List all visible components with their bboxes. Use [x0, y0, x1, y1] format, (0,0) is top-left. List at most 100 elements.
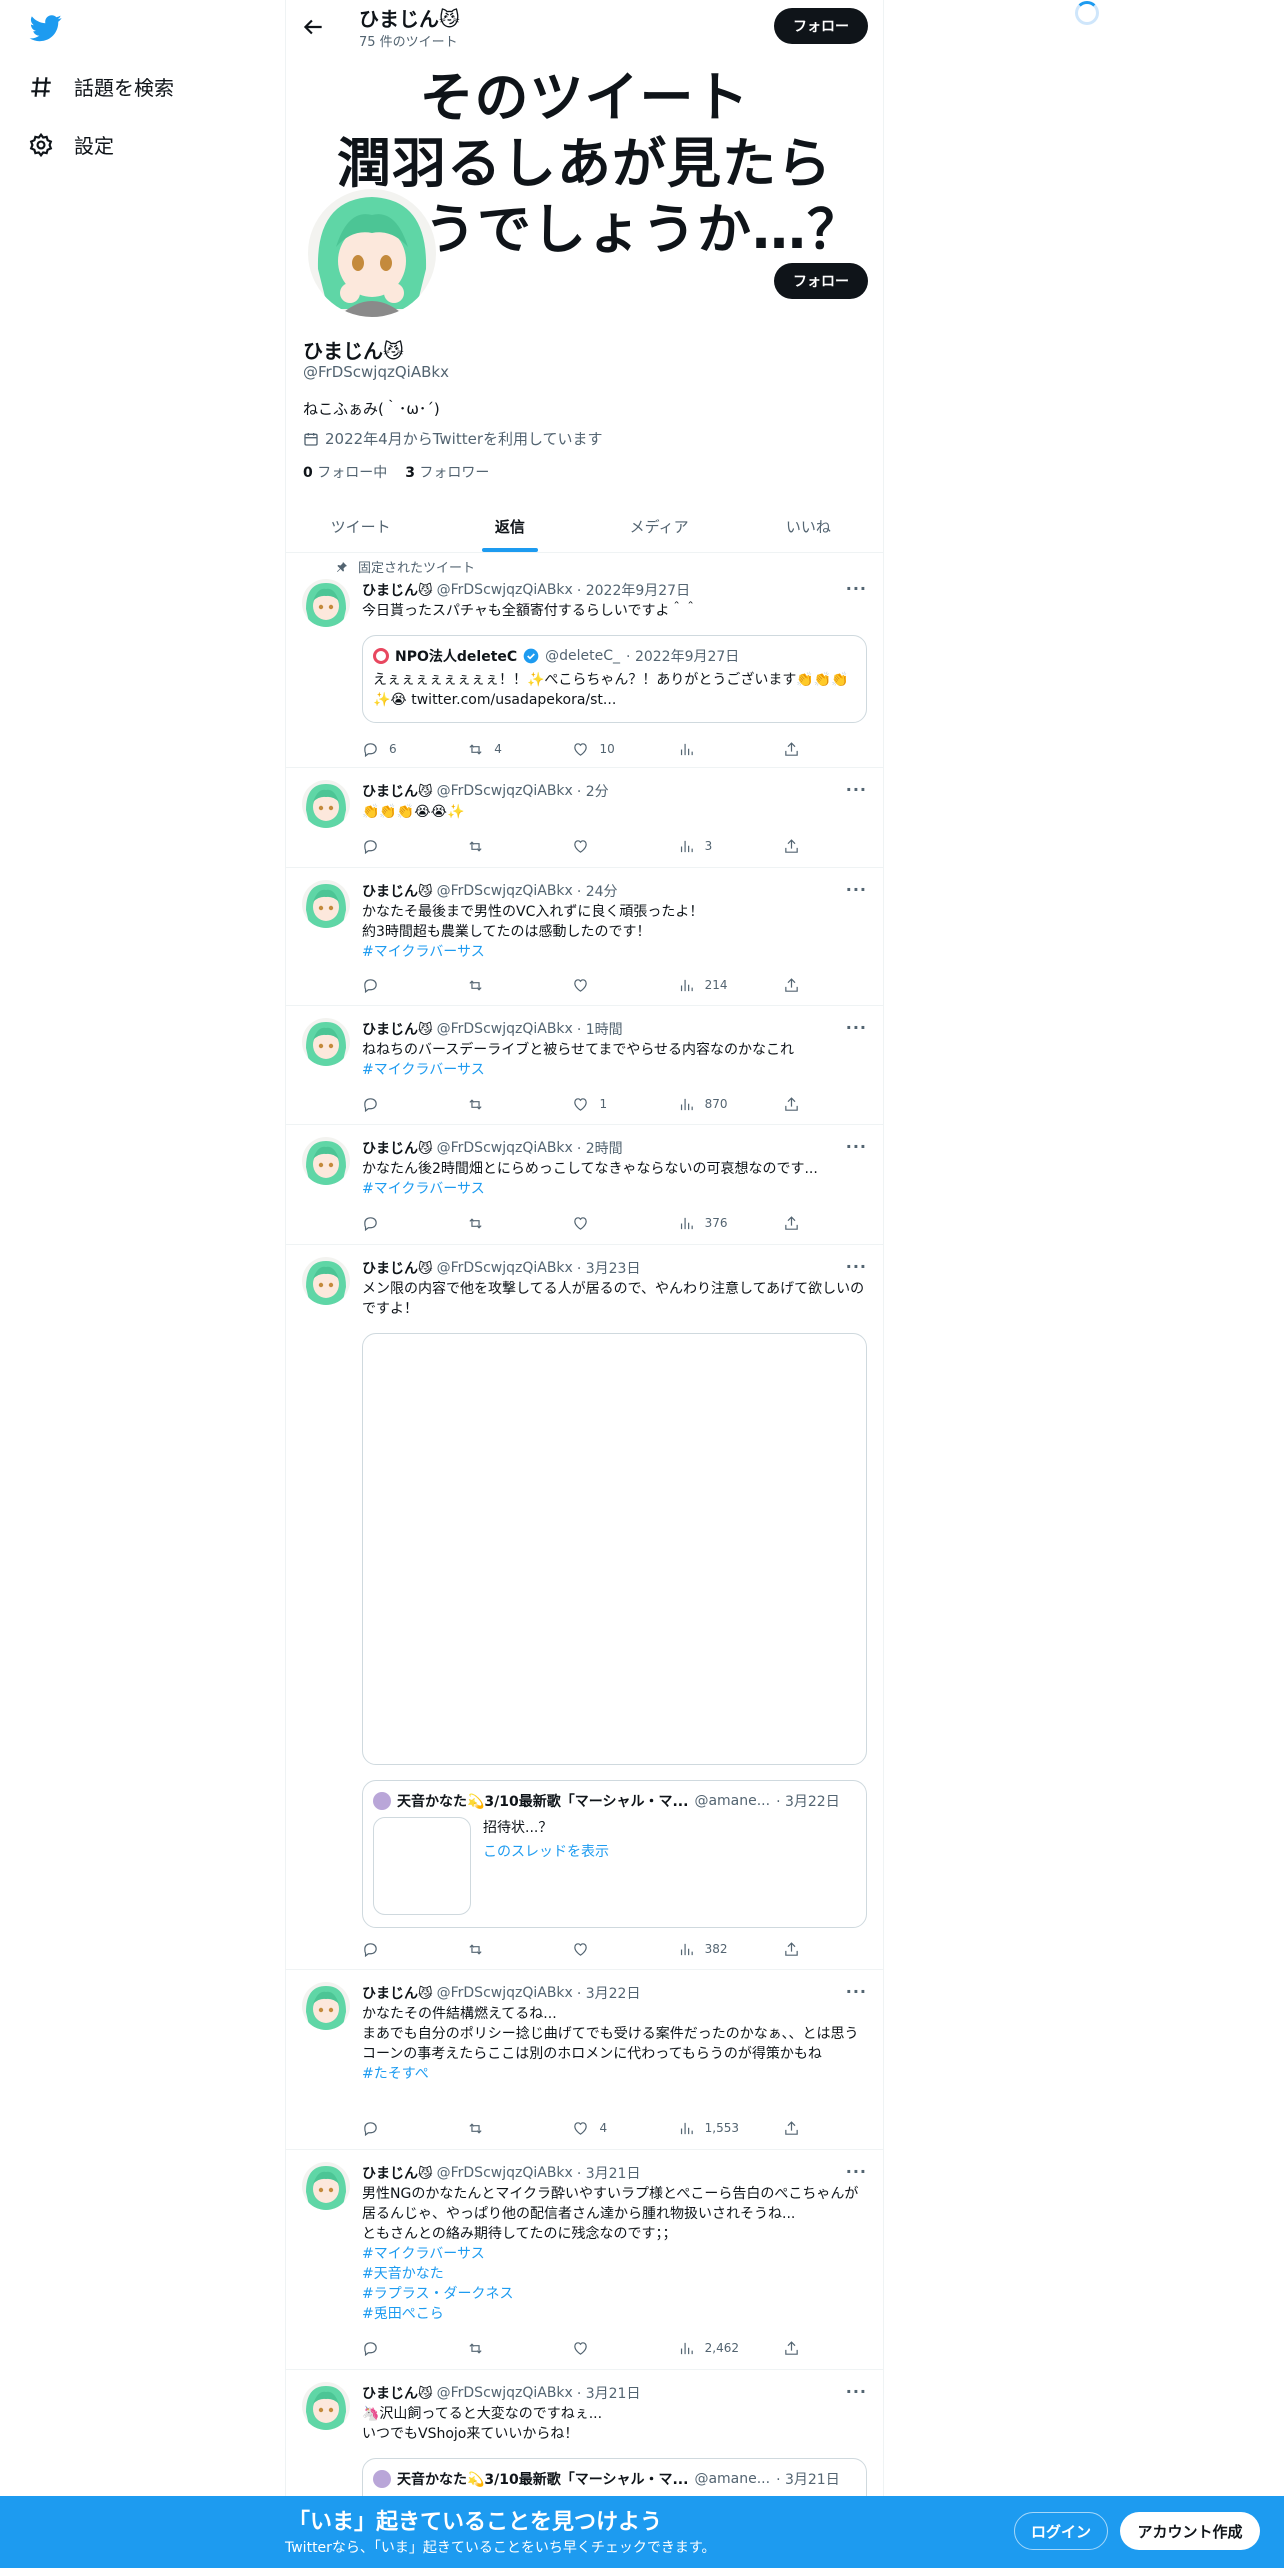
hashtag-link[interactable]: #兎田ぺこら	[362, 2304, 867, 2324]
views-button[interactable]: 382	[678, 1939, 783, 1959]
tweet-item[interactable]: ひまじん😼 @FrDScwjqzQiABkx · 24分 ··· かなたそ最後まで男…	[286, 868, 883, 1006]
retweet-button[interactable]	[467, 975, 572, 995]
nav-settings[interactable]: 設定	[28, 130, 114, 159]
login-button[interactable]: ログイン	[1014, 2512, 1108, 2550]
reply-button[interactable]	[362, 2338, 467, 2358]
share-button[interactable]	[783, 975, 802, 995]
nav-explore[interactable]: 話題を検索	[28, 72, 174, 101]
reply-button[interactable]	[362, 1213, 467, 1233]
like-button[interactable]	[572, 1213, 677, 1233]
retweet-button[interactable]	[467, 2338, 572, 2358]
profile-follow-button[interactable]: フォロー	[774, 263, 868, 299]
share-button[interactable]	[783, 1094, 802, 1114]
tweet-text: かなたん後2時間畑とにらめっこしてなきゃならないの可哀想なのです... #マイクラ…	[362, 1159, 867, 1199]
tweet-item[interactable]: ひまじん😼 @FrDScwjqzQiABkx · 3月21日 ··· 男性NGのかな…	[286, 2150, 883, 2370]
views-button[interactable]: 214	[678, 975, 783, 995]
retweet-button[interactable]	[467, 836, 572, 856]
tweet-item[interactable]: ひまじん😼 @FrDScwjqzQiABkx · 2時間 ··· かなたん後2時間畑…	[286, 1125, 883, 1245]
hashtag-link[interactable]: #マイクラバーサス	[362, 1179, 867, 1199]
followers-stat[interactable]: 3 フォロワー	[405, 462, 489, 482]
reply-button[interactable]	[362, 1939, 467, 1959]
tweet-item[interactable]: ひまじん😼 @FrDScwjqzQiABkx · 3月23日 ··· メン限の内容で…	[286, 1245, 883, 1970]
avatar[interactable]	[302, 1257, 350, 1305]
reply-button[interactable]	[362, 836, 467, 856]
share-button[interactable]	[783, 2338, 802, 2358]
profile-joined-text: 2022年4月からTwitterを利用しています	[325, 430, 603, 448]
profile-avatar[interactable]	[304, 185, 440, 321]
quote-tweet[interactable]: NPO法人deleteC @deleteC_ · 2022年9月27日 えぇぇぇ…	[362, 635, 867, 723]
avatar[interactable]	[302, 579, 350, 627]
retweet-button[interactable]	[467, 1939, 572, 1959]
views-button[interactable]: 1,553	[678, 2118, 783, 2138]
back-arrow-icon[interactable]	[300, 14, 326, 40]
more-options-icon[interactable]: ···	[846, 579, 867, 598]
more-options-icon[interactable]: ···	[846, 1018, 867, 1037]
like-button[interactable]: 10	[572, 739, 677, 759]
hashtag-link[interactable]: #マイクラバーサス	[362, 2244, 867, 2264]
more-options-icon[interactable]: ···	[846, 780, 867, 799]
share-button[interactable]	[783, 836, 802, 856]
quote-media-thumbnail[interactable]	[373, 1817, 471, 1915]
avatar[interactable]	[302, 1018, 350, 1066]
hashtag-link[interactable]: #天音かなた	[362, 2264, 867, 2284]
more-options-icon[interactable]: ···	[846, 880, 867, 899]
tweet-item[interactable]: ひまじん😼 @FrDScwjqzQiABkx · 3月22日 ··· かなたその件結…	[286, 1970, 883, 2150]
tab-tweets[interactable]: ツイート	[286, 500, 435, 552]
hashtag-link[interactable]: #ラプラス・ダークネス	[362, 2284, 867, 2304]
share-button[interactable]	[783, 1939, 802, 1959]
hashtag-link[interactable]: #マイクラバーサス	[362, 942, 867, 962]
reply-button[interactable]: 6	[362, 739, 467, 759]
more-options-icon[interactable]: ···	[846, 2162, 867, 2181]
views-button[interactable]: 3	[678, 836, 783, 856]
views-button[interactable]: 376	[678, 1213, 783, 1233]
more-options-icon[interactable]: ···	[846, 1982, 867, 2001]
avatar[interactable]	[302, 2382, 350, 2430]
quote-tweet[interactable]: 天音かなた💫3/10最新歌「マーシャル・マ... @amane... · 3月2…	[362, 1780, 867, 1928]
share-button[interactable]	[783, 739, 802, 759]
more-options-icon[interactable]: ···	[846, 2382, 867, 2401]
more-options-icon[interactable]: ···	[846, 1137, 867, 1156]
tweet-item[interactable]: ひまじん😼 @FrDScwjqzQiABkx · 1時間 ··· ねねちのバースデー…	[286, 1006, 883, 1125]
tab-likes[interactable]: いいね	[734, 500, 883, 552]
reply-button[interactable]	[362, 2118, 467, 2138]
retweet-button[interactable]	[467, 1094, 572, 1114]
retweet-icon	[469, 840, 482, 852]
following-stat[interactable]: 0 フォロー中	[303, 462, 387, 482]
share-button[interactable]	[783, 1213, 802, 1233]
show-thread-link[interactable]: このスレッドを表示	[483, 1841, 609, 1861]
reply-button[interactable]	[362, 975, 467, 995]
header-follow-button[interactable]: フォロー	[774, 8, 868, 44]
views-button[interactable]	[678, 739, 783, 759]
share-icon	[785, 1941, 798, 1956]
signup-button[interactable]: アカウント作成	[1120, 2512, 1260, 2550]
avatar[interactable]	[302, 1137, 350, 1185]
avatar[interactable]	[302, 880, 350, 928]
like-button[interactable]: 1	[572, 1094, 677, 1114]
tweet-item[interactable]: 固定されたツイート ひまじん😼 @FrDScwjqzQiABkx · 2022年9月…	[286, 553, 883, 768]
like-button[interactable]	[572, 1939, 677, 1959]
media-image[interactable]	[362, 1333, 867, 1765]
tab-media[interactable]: メディア	[585, 500, 734, 552]
tab-replies[interactable]: 返信	[435, 500, 584, 552]
reply-button[interactable]	[362, 1094, 467, 1114]
retweet-button[interactable]	[467, 2118, 572, 2138]
hashtag-link[interactable]: #たそすぺ	[362, 2064, 867, 2084]
profile-header-bar: ひまじん😼 75 件のツイート フォロー	[286, 0, 883, 53]
retweet-button[interactable]	[467, 1213, 572, 1233]
more-options-icon[interactable]: ···	[846, 1257, 867, 1276]
like-button[interactable]	[572, 836, 677, 856]
avatar[interactable]	[302, 2162, 350, 2210]
quote-avatar	[373, 2470, 391, 2488]
like-button[interactable]: 4	[572, 2118, 677, 2138]
retweet-button[interactable]: 4	[467, 739, 572, 759]
avatar[interactable]	[302, 1982, 350, 2030]
like-button[interactable]	[572, 2338, 677, 2358]
share-button[interactable]	[783, 2118, 802, 2138]
avatar[interactable]	[302, 780, 350, 828]
tweet-item[interactable]: ひまじん😼 @FrDScwjqzQiABkx · 2分 ··· 👏👏👏😭😭✨ 3	[286, 768, 883, 868]
hashtag-link[interactable]: #マイクラバーサス	[362, 1060, 867, 1080]
views-button[interactable]: 2,462	[678, 2338, 783, 2358]
twitter-bird-icon[interactable]	[28, 12, 64, 44]
views-button[interactable]: 870	[678, 1094, 783, 1114]
like-button[interactable]	[572, 975, 677, 995]
